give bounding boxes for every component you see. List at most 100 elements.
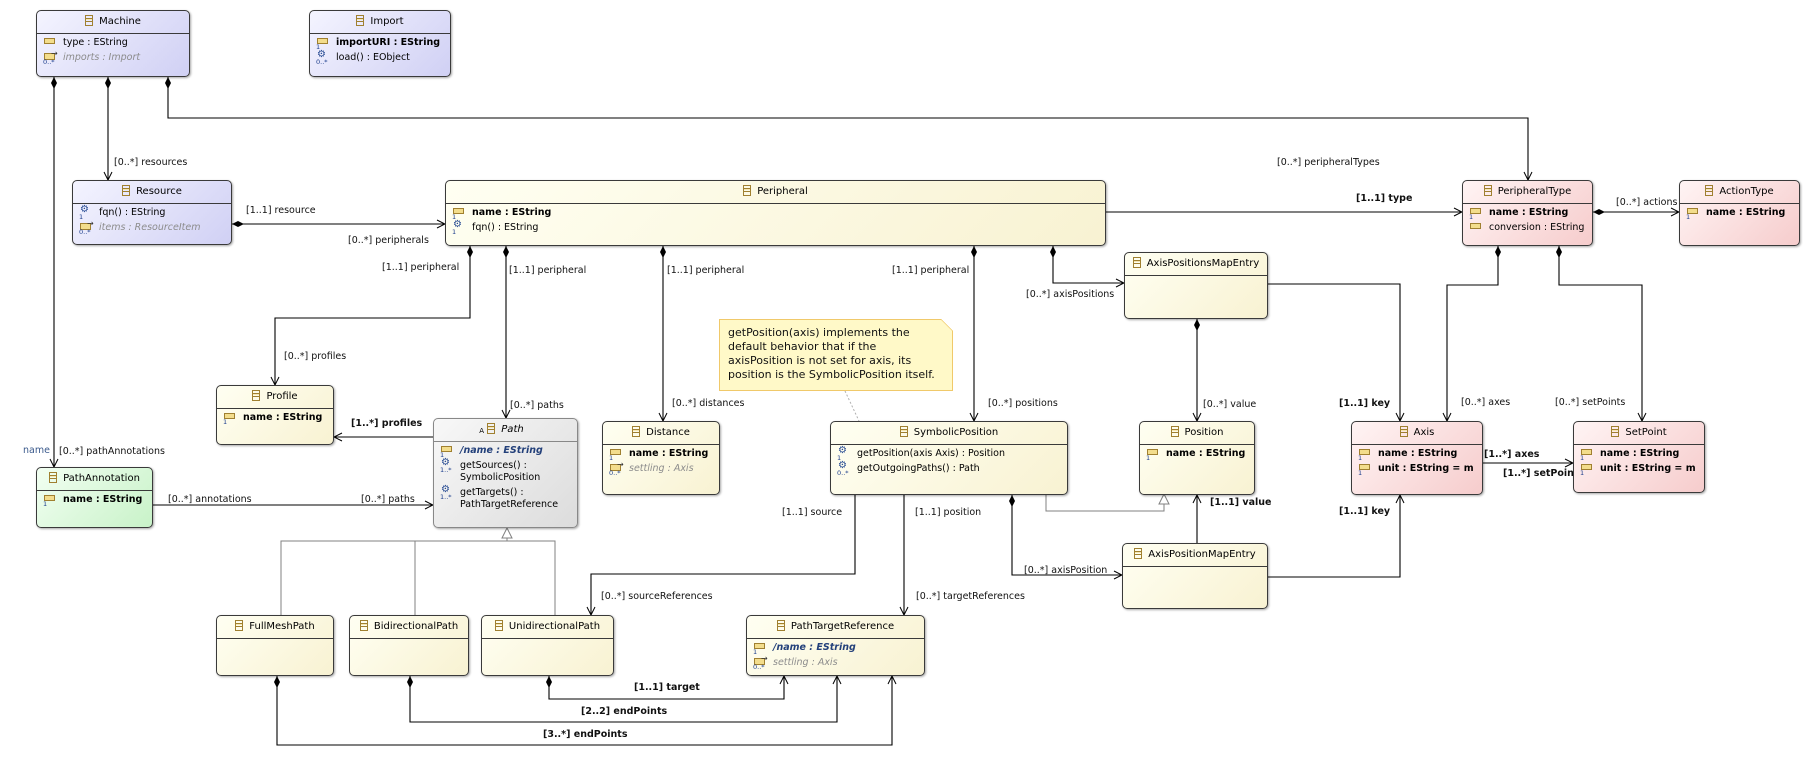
operation-item[interactable]: ⚙ 0..* load() : EObject	[314, 49, 450, 66]
class-header: SetPoint	[1574, 422, 1704, 445]
class-name: Peripheral	[757, 186, 808, 197]
operation-item[interactable]: ⚙ 1 getPosition(axis Axis) : Position	[835, 446, 1067, 462]
attribute-item[interactable]: 1 name : EString	[1578, 448, 1704, 462]
multiplicity: 1	[43, 500, 48, 508]
class-peripheral-type[interactable]: PeripheralType 1 name : EString conversion…	[1462, 180, 1593, 246]
operation-item[interactable]: ⚙ 1..* getTargets() : PathTargetReference	[438, 484, 560, 511]
class-features: 1 name : EString ⚙ 1 fqn() : EString	[446, 207, 1105, 236]
attribute-item[interactable]: conversion : EString	[1467, 222, 1592, 234]
class-machine[interactable]: Machine type : EString 0..* imports : Impo…	[36, 10, 190, 77]
class-peripheral[interactable]: Peripheral 1 name : EString ⚙ 1 fqn() : EStr…	[445, 180, 1106, 246]
class-axis-positions-map-entry[interactable]: AxisPositionsMapEntry	[1124, 252, 1268, 319]
class-set-point[interactable]: SetPoint 1 name : EString 1 unit : EString …	[1573, 421, 1705, 493]
class-name: Path	[501, 424, 524, 435]
attribute-item[interactable]: 1 unit : EString = m	[1578, 463, 1704, 477]
class-axis-position-map-entry[interactable]: AxisPositionMapEntry	[1122, 543, 1268, 609]
reference-item[interactable]: 0..* settling : Axis	[751, 653, 924, 671]
class-header: PathAnnotation	[37, 468, 152, 491]
edge-symbolicposition-generalization	[1045, 494, 1164, 512]
class-path-annotation[interactable]: PathAnnotation 1 name : EString	[36, 467, 153, 528]
feature-text: importURI : EString	[336, 37, 441, 48]
attribute-item[interactable]: 1 name : EString	[1356, 448, 1482, 462]
operation-item[interactable]: ⚙ 0..* getOutgoingPaths() : Path	[835, 460, 1067, 477]
operation-gear-icon: ⚙ 1..*	[440, 484, 452, 501]
multiplicity: 0..*	[79, 228, 91, 236]
multiplicity: 1	[1469, 213, 1474, 221]
attribute-item[interactable]: 1/name : EString	[438, 445, 577, 459]
feature-text: name : EString	[1378, 448, 1458, 459]
feature-text: load() : EObject	[336, 52, 410, 63]
edge-peripheraltype-setpoints	[1559, 246, 1642, 421]
label-annotations: [0..*] annotations	[168, 494, 252, 505]
attribute-item[interactable]: 1 name : EString	[450, 207, 1105, 221]
class-header: Machine	[37, 11, 189, 34]
label-set-points-bold: [1..*] setPoints	[1503, 468, 1585, 479]
reference-item[interactable]: 0..* items : ResourceItem	[77, 218, 231, 236]
class-features: 1 name : EString	[1140, 448, 1254, 462]
class-name: SymbolicPosition	[913, 427, 999, 438]
class-name: AxisPositionMapEntry	[1148, 549, 1256, 560]
class-resource[interactable]: Resource ⚙1fqn() : EString0..*items : Re…	[72, 180, 232, 245]
class-bidirectional-path[interactable]: BidirectionalPath	[349, 615, 469, 676]
label-positions: [0..*] positions	[988, 398, 1058, 409]
multiplicity: 1	[79, 213, 84, 221]
label-peripheral-1: [1..1] peripheral	[382, 262, 460, 273]
feature-text: getPosition(axis Axis) : Position	[857, 448, 1005, 459]
label-profiles-bold: [1..*] profiles	[351, 418, 423, 429]
class-unidirectional-path[interactable]: UnidirectionalPath	[481, 615, 614, 676]
attribute-item[interactable]: 1/name : EString	[751, 642, 924, 656]
operation-gear-icon: ⚙ 1	[452, 219, 462, 236]
class-profile[interactable]: Profile 1 name : EString	[216, 385, 334, 445]
class-full-mesh-path[interactable]: FullMeshPath	[216, 615, 334, 676]
class-name: Import	[370, 16, 404, 27]
operation-item[interactable]: ⚙ 1..* getSources() : SymbolicPosition	[438, 458, 560, 484]
operation-item[interactable]: ⚙ 1 fqn() : EString	[450, 219, 1105, 236]
attribute-item[interactable]: 1 name : EString	[1467, 207, 1592, 221]
label-peripheral-4: [1..1] peripheral	[892, 265, 970, 276]
eclass-icon	[1399, 426, 1408, 437]
class-name: AxisPositionsMapEntry	[1146, 258, 1260, 269]
eclass-icon: A	[479, 423, 496, 435]
attribute-item[interactable]: 1 name : EString	[221, 412, 333, 426]
label-axis-position: [0..*] axisPosition	[1024, 565, 1108, 576]
operation-item[interactable]: ⚙ 1 fqn() : EString	[77, 205, 231, 221]
attribute-item[interactable]: 1 importURI : EString	[314, 37, 450, 51]
class-header: Position	[1140, 422, 1254, 445]
eclass-icon	[359, 620, 368, 631]
class-import[interactable]: Import 1 importURI : EString ⚙ 0..* load() :…	[309, 10, 451, 77]
class-header: AxisPositionMapEntry	[1123, 544, 1267, 567]
label-peripheral-3: [1..1] peripheral	[667, 265, 745, 276]
class-path[interactable]: A Path 1/name : EString ⚙ 1..* getSources() …	[433, 418, 578, 528]
class-distance[interactable]: Distance 1 name : EString 0..* settling : A…	[602, 421, 720, 495]
class-action-type[interactable]: ActionType 1 name : EString	[1679, 180, 1800, 246]
abstract-icon: A	[479, 427, 485, 435]
multiplicity: 1	[753, 648, 758, 656]
reference-item[interactable]: 0..* imports : Import	[41, 48, 189, 66]
attribute-icon: 1	[43, 494, 57, 508]
operation-gear-icon: ⚙ 0..*	[837, 460, 849, 477]
attribute-icon: 1	[1686, 207, 1700, 221]
attribute-item[interactable]: 1 name : EString	[1144, 448, 1254, 462]
class-name: Profile	[266, 391, 298, 402]
class-name: FullMeshPath	[249, 621, 315, 632]
label-peripherals: [0..*] peripherals	[348, 235, 429, 246]
note[interactable]: getPosition(axis) implements the default…	[719, 319, 953, 391]
label-actions: [0..*] actions	[1616, 197, 1678, 208]
class-symbolic-position[interactable]: SymbolicPosition ⚙ 1 getPosition(axis Axis…	[830, 421, 1068, 495]
attribute-item[interactable]: type : EString	[41, 37, 189, 49]
multiplicity: 1	[1358, 454, 1363, 462]
attribute-item[interactable]: 1 name : EString	[607, 448, 719, 462]
feature-text: /name : EString	[460, 445, 543, 456]
attribute-item[interactable]: 1 unit : EString = m	[1356, 463, 1482, 477]
attribute-icon: 1	[223, 412, 237, 426]
feature-text: type : EString	[63, 37, 128, 48]
reference-item[interactable]: 0..* settling : Axis	[607, 459, 719, 477]
operation-gear-icon: ⚙ 0..*	[316, 49, 328, 66]
reference-icon: 0..*	[609, 459, 624, 477]
class-axis[interactable]: Axis 1 name : EString 1 unit : EString = m	[1351, 421, 1483, 495]
class-features: 1/name : EString ⚙ 1..* getSources() : Symb…	[434, 445, 577, 511]
attribute-item[interactable]: 1 name : EString	[41, 494, 152, 508]
attribute-item[interactable]: 1 name : EString	[1684, 207, 1799, 221]
class-position[interactable]: Position 1 name : EString	[1139, 421, 1255, 495]
class-path-target-reference[interactable]: PathTargetReference 1/name : EString0..*…	[746, 615, 925, 676]
